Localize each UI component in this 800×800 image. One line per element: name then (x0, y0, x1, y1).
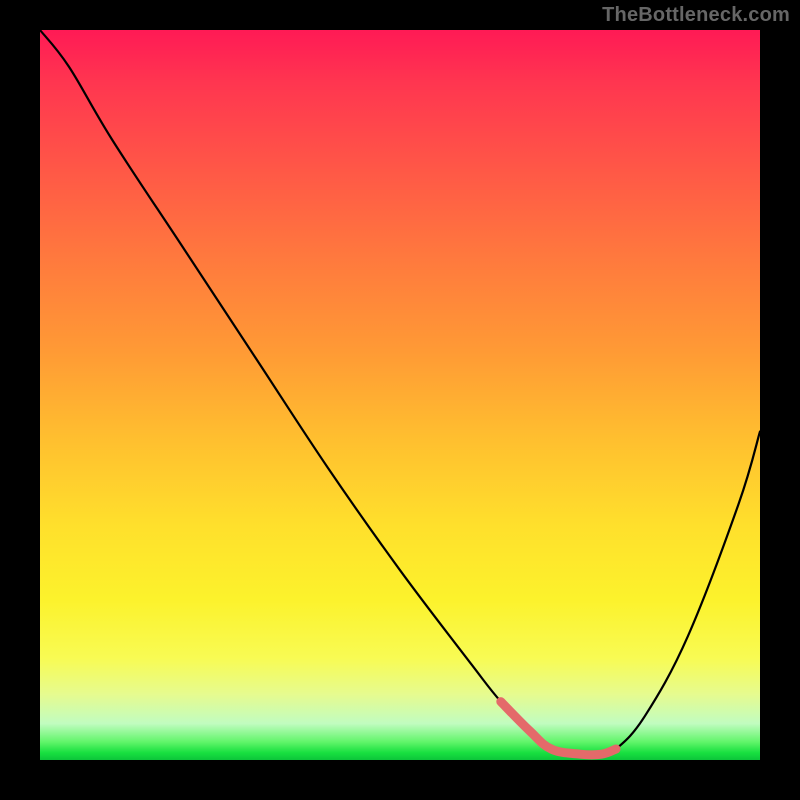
plot-area (40, 30, 760, 760)
chart-container: TheBottleneck.com (0, 0, 800, 800)
chart-svg (40, 30, 760, 760)
curve-highlight (501, 702, 616, 755)
curve-main (40, 30, 760, 755)
watermark-label: TheBottleneck.com (602, 4, 790, 27)
